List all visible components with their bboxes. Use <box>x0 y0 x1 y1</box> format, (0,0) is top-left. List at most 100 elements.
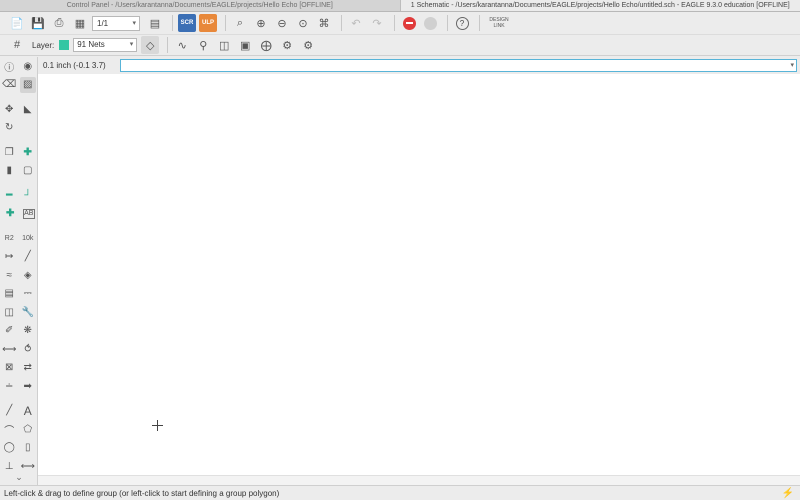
show-icon[interactable]: ◉ <box>20 58 36 74</box>
group-select-icon[interactable]: ▨ <box>19 76 36 93</box>
erc-icon[interactable]: ❋ <box>20 323 36 339</box>
crosshair-cursor <box>152 420 163 431</box>
value-icon[interactable]: 10k <box>20 230 36 246</box>
wrench-icon[interactable]: 🔧 <box>20 304 36 320</box>
tab-schematic[interactable]: 1 Schematic - /Users/karantanna/Document… <box>399 0 800 11</box>
arrow-move-icon[interactable]: ➡ <box>20 378 36 394</box>
schematic-canvas[interactable] <box>38 74 800 475</box>
layer-select[interactable]: 91 Nets <box>73 38 138 52</box>
chevron-down-icon[interactable]: ▾ <box>790 60 794 71</box>
ulp-button[interactable]: ULP <box>199 14 217 32</box>
help-icon: ? <box>455 16 469 30</box>
main-toolbar: 📄 💾 ⎙ ▦ 1/1 ▤ SCR ULP ⌕ ⊕ ⊖ ⊙ ⌘ ↶ ↷ ? DE… <box>0 12 800 34</box>
status-message: Left-click & drag to define group (or le… <box>4 488 280 498</box>
paste-icon[interactable]: ▤ <box>1 286 17 302</box>
image-icon[interactable]: ▣ <box>236 36 254 54</box>
cam-icon[interactable]: ▦ <box>71 14 89 32</box>
stop-button[interactable] <box>400 14 418 32</box>
undo-icon[interactable]: ↶ <box>347 14 365 32</box>
redo-icon[interactable]: ↷ <box>368 14 386 32</box>
layer-color-swatch <box>59 40 70 50</box>
lightning-icon[interactable]: ⚡ <box>782 488 794 499</box>
save-icon[interactable]: 💾 <box>29 14 47 32</box>
line-icon[interactable]: ╱ <box>1 403 17 419</box>
text-icon[interactable]: A <box>20 403 36 419</box>
paint-icon[interactable]: ✐ <box>1 323 17 339</box>
toolbar-divider <box>447 15 448 31</box>
search-icon[interactable]: ⚲ <box>194 36 212 54</box>
script-button[interactable]: SCR <box>178 14 196 32</box>
name-icon[interactable]: R2 <box>1 230 17 246</box>
go-icon <box>423 16 437 30</box>
replace-icon[interactable]: ▢ <box>20 163 36 179</box>
route-icon[interactable]: ⥀ <box>20 341 36 357</box>
toolbar-divider <box>479 15 480 31</box>
delete-icon[interactable]: ▮ <box>1 163 17 179</box>
attribute-icon[interactable]: ◈ <box>20 267 36 283</box>
toolbar-divider <box>341 15 342 31</box>
design-link-button[interactable]: DESIGN LINK <box>485 17 513 29</box>
move-icon[interactable]: ✥ <box>1 101 17 117</box>
polygon-icon[interactable]: ⬠ <box>20 421 36 437</box>
stop-icon <box>402 16 416 30</box>
grid-icon[interactable]: # <box>8 36 26 54</box>
gate-swap-icon[interactable]: ≈ <box>1 267 17 283</box>
wire-style-icon[interactable]: ∿ <box>173 36 191 54</box>
rotate-icon[interactable]: ↻ <box>1 120 17 136</box>
tag-icon[interactable]: ◇ <box>141 36 160 54</box>
command-line[interactable]: ▾ <box>120 58 797 72</box>
label-icon[interactable]: AB <box>22 208 35 219</box>
zoom-in-icon[interactable]: ⊕ <box>252 14 270 32</box>
arc-icon[interactable]: ⌒ <box>1 421 17 437</box>
pin-swap-icon[interactable]: ↦ <box>1 249 17 265</box>
zoom-fit-icon[interactable]: ⌕ <box>231 14 249 32</box>
net-icon[interactable]: ━ <box>1 187 17 203</box>
sheet-select[interactable]: 1/1 <box>92 15 140 31</box>
clipboard-icon[interactable]: ⎓ <box>20 286 36 302</box>
go-button[interactable] <box>421 14 439 32</box>
status-bar: Left-click & drag to define group (or le… <box>0 485 800 500</box>
toolbar-divider <box>172 15 173 31</box>
print-icon[interactable]: ⎙ <box>50 14 68 32</box>
export-icon[interactable]: ◫ <box>215 36 233 54</box>
junction-icon[interactable]: ✚ <box>2 206 18 222</box>
add-icon[interactable]: ✚ <box>20 144 36 160</box>
parameter-toolbar: # Layer: 91 Nets ◇ ∿ ⚲ ◫ ▣ ⨁ ⚙ ⚙ <box>0 34 800 56</box>
layer-label: Layer: <box>32 40 55 50</box>
cut-icon[interactable]: ⊠ <box>1 360 17 376</box>
library-icon[interactable]: ◫ <box>1 304 17 320</box>
mirror-icon[interactable]: ◣ <box>20 101 36 117</box>
open-icon[interactable]: 📄 <box>8 14 26 32</box>
command-palette: ⓘ ◉ ⌫ ▨ ✥ ◣ ↻ ❐ ✚ ▮ ▢ ━ ┘ ✚ AB R2 10k ↦ ╱ ≈ ◈ ▤ ⎓ ◫… <box>0 57 38 485</box>
bus-icon[interactable]: ┘ <box>20 187 36 203</box>
toolbar-divider <box>167 37 169 53</box>
navigate-icon[interactable]: ⟷ <box>1 341 17 357</box>
tab-control-panel[interactable]: Control Panel - /Users/karantanna/Docume… <box>0 0 400 11</box>
eagle-window: Control Panel - /Users/karantanna/Docume… <box>0 0 800 500</box>
coordinate-bar: 0.1 inch (-0.1 3.7) ▾ <box>38 57 800 73</box>
window-tabbar: Control Panel - /Users/karantanna/Docume… <box>0 0 800 12</box>
blank-slot <box>20 120 36 136</box>
info-icon[interactable]: ⓘ <box>1 58 17 74</box>
gear-icon[interactable]: ⚙ <box>299 36 317 54</box>
expand-palette-icon[interactable]: ⌄ <box>0 472 38 483</box>
eraser-icon[interactable]: ⌫ <box>1 77 17 93</box>
help-button[interactable]: ? <box>453 14 471 32</box>
circle-icon[interactable]: ◯ <box>1 440 17 456</box>
miter-icon[interactable]: ∸ <box>1 378 17 394</box>
coordinate-readout: 0.1 inch (-0.1 3.7) <box>43 60 106 70</box>
command-input[interactable] <box>121 59 796 71</box>
rectangle-icon[interactable]: ▯ <box>20 440 36 456</box>
zoom-redraw-icon[interactable]: ⊙ <box>294 14 312 32</box>
library-icon[interactable]: ▤ <box>146 14 164 32</box>
transfer-icon[interactable]: ⇄ <box>20 360 36 376</box>
zoom-select-icon[interactable]: ⌘ <box>315 14 333 32</box>
toolbar-divider <box>225 15 226 31</box>
settings-icon[interactable]: ⚙ <box>278 36 296 54</box>
horizontal-scrollbar[interactable] <box>38 475 800 485</box>
zoom-out-icon[interactable]: ⊖ <box>273 14 291 32</box>
toolbar-divider <box>394 15 395 31</box>
copy-part-icon[interactable]: ❐ <box>1 144 17 160</box>
split-icon[interactable]: ╱ <box>20 249 36 265</box>
add-part-icon[interactable]: ⨁ <box>257 36 275 54</box>
